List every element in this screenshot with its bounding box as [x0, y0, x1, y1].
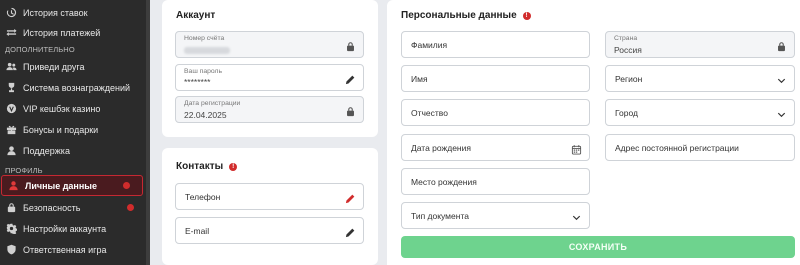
- rewards-icon: [5, 82, 17, 94]
- birth-place-input[interactable]: Место рождения: [401, 168, 590, 195]
- email-field[interactable]: E-mail: [175, 217, 364, 244]
- patronymic-input[interactable]: Отчество: [401, 99, 590, 126]
- chevron-down-icon: [776, 107, 787, 118]
- lock-icon: [5, 202, 17, 214]
- gift-icon: [5, 124, 17, 136]
- personal-data-title: Персональные данные !: [401, 10, 531, 21]
- account-number-label: Номер счёта: [184, 35, 225, 42]
- region-value: Регион: [615, 74, 643, 84]
- lock-icon: [776, 39, 787, 52]
- birth-date-placeholder: Дата рождения: [411, 143, 471, 153]
- email-placeholder: E-mail: [185, 226, 210, 236]
- sidebar-item-bet-history[interactable]: История ставок: [0, 2, 146, 23]
- section-title-extra: ДОПОЛНИТЕЛЬНО: [5, 45, 75, 54]
- city-select[interactable]: Город: [605, 99, 795, 126]
- birth-date-input[interactable]: Дата рождения: [401, 134, 590, 161]
- sidebar-item-label: VIP кешбэк казино: [23, 103, 101, 114]
- sidebar-item-label: Система вознаграждений: [23, 82, 131, 93]
- sidebar-item-payment-history[interactable]: История платежей: [0, 22, 146, 43]
- vip-cashback-icon: [5, 103, 17, 115]
- account-title: Аккаунт: [176, 10, 216, 21]
- region-select[interactable]: Регион: [605, 65, 795, 92]
- sidebar-item-label: Ответственная игра: [23, 244, 107, 255]
- contacts-title: Контакты !: [176, 161, 238, 172]
- first-name-placeholder: Имя: [411, 74, 428, 84]
- edit-email-pencil-icon[interactable]: [345, 225, 356, 238]
- edit-phone-pencil-icon[interactable]: [345, 191, 356, 204]
- support-icon: [5, 145, 17, 157]
- sidebar-item-label: Безопасность: [23, 202, 81, 213]
- registration-date-value: 22.04.2025: [184, 110, 227, 120]
- last-name-placeholder: Фамилия: [411, 40, 448, 50]
- sidebar: История ставок История платежей ДОПОЛНИТ…: [0, 0, 146, 265]
- sidebar-divider: [146, 0, 150, 265]
- password-label: Ваш пароль: [184, 68, 223, 75]
- sidebar-item-label: Настройки аккаунта: [23, 223, 107, 234]
- sidebar-item-label: Приведи друга: [23, 61, 85, 72]
- registration-date-field: Дата регистрации 22.04.2025: [175, 96, 364, 123]
- sidebar-item-refer-friend[interactable]: Приведи друга: [0, 56, 146, 77]
- sidebar-item-bonuses[interactable]: Бонусы и подарки: [0, 119, 146, 140]
- account-card: Аккаунт Номер счёта Ваш пароль ******** …: [162, 0, 378, 137]
- contacts-card: Контакты ! Телефон E-mail: [162, 148, 378, 265]
- phone-field[interactable]: Телефон: [175, 183, 364, 210]
- sidebar-item-label: История платежей: [23, 27, 101, 38]
- gear-icon: [5, 223, 17, 235]
- city-value: Город: [615, 108, 638, 118]
- last-name-input[interactable]: Фамилия: [401, 31, 590, 58]
- lock-icon: [345, 39, 356, 52]
- registration-address-placeholder: Адрес постоянной регистрации: [615, 143, 739, 153]
- birth-place-placeholder: Место рождения: [411, 177, 477, 187]
- first-name-input[interactable]: Имя: [401, 65, 590, 92]
- country-label: Страна: [614, 35, 638, 42]
- sidebar-item-responsible-gaming[interactable]: Ответственная игра: [0, 239, 146, 260]
- sidebar-item-account-settings[interactable]: Настройки аккаунта: [0, 218, 146, 239]
- phone-placeholder: Телефон: [185, 192, 221, 202]
- chevron-down-icon: [776, 73, 787, 84]
- warning-dot: [127, 204, 134, 211]
- registration-date-label: Дата регистрации: [184, 100, 241, 107]
- country-field: Страна Россия: [605, 31, 795, 58]
- history-icon: [5, 7, 17, 19]
- payments-history-icon: [5, 27, 17, 39]
- sidebar-item-label: Бонусы и подарки: [23, 124, 99, 135]
- document-type-select[interactable]: Тип документа: [401, 202, 590, 229]
- account-number-value: [184, 46, 230, 56]
- sidebar-item-support[interactable]: Поддержка: [0, 140, 146, 161]
- section-title-profile: ПРОФИЛЬ: [5, 166, 43, 175]
- sidebar-item-label: История ставок: [23, 7, 88, 18]
- password-value: ********: [184, 77, 211, 87]
- registration-address-input[interactable]: Адрес постоянной регистрации: [605, 134, 795, 161]
- user-icon: [7, 180, 19, 192]
- users-icon: [5, 61, 17, 73]
- sidebar-item-personal-data[interactable]: Личные данные: [1, 175, 143, 196]
- patronymic-placeholder: Отчество: [411, 108, 448, 118]
- sidebar-item-label: Личные данные: [25, 180, 97, 191]
- edit-password-pencil-icon[interactable]: [345, 72, 356, 85]
- warning-icon: !: [522, 11, 531, 20]
- account-number-field: Номер счёта: [175, 31, 364, 58]
- calendar-icon[interactable]: [571, 142, 582, 155]
- document-type-value: Тип документа: [411, 211, 469, 221]
- sidebar-item-rewards[interactable]: Система вознаграждений: [0, 77, 146, 98]
- warning-icon: !: [229, 162, 238, 171]
- sidebar-item-label: Поддержка: [23, 145, 70, 156]
- chevron-down-icon: [571, 210, 582, 221]
- country-value: Россия: [614, 45, 642, 55]
- warning-dot: [123, 182, 130, 189]
- shield-icon: [5, 244, 17, 256]
- sidebar-item-vip-cashback[interactable]: VIP кешбэк казино: [0, 98, 146, 119]
- lock-icon: [345, 104, 356, 117]
- save-button[interactable]: СОХРАНИТЬ: [401, 236, 795, 258]
- sidebar-item-security[interactable]: Безопасность: [0, 197, 146, 218]
- password-field[interactable]: Ваш пароль ********: [175, 64, 364, 91]
